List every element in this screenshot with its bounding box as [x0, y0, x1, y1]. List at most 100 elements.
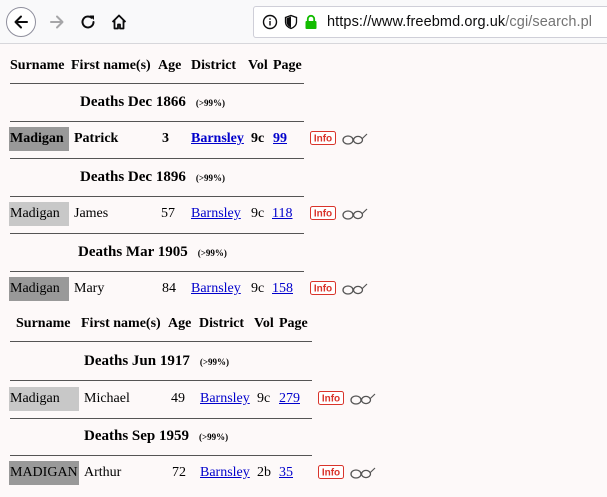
- glasses-icon[interactable]: [342, 132, 368, 146]
- url-bar[interactable]: https://www.freebmd.org.uk/cgi/search.pl: [253, 6, 607, 38]
- glasses-icon[interactable]: [350, 392, 376, 406]
- column-header-surname: Surname: [10, 58, 65, 73]
- table-row: Madigan Michael 49 Barnsley 9c 279 Info: [0, 387, 380, 411]
- volume-cell: 9c: [257, 391, 271, 406]
- info-icon[interactable]: Info: [318, 391, 344, 405]
- url-path: /cgi/search.pl: [505, 14, 593, 30]
- first-name-cell: Michael: [84, 391, 130, 406]
- surname-cell: Madigan: [9, 387, 79, 411]
- glasses-icon[interactable]: [342, 282, 368, 296]
- column-header-age: Age: [158, 58, 182, 73]
- district-link[interactable]: Barnsley: [191, 277, 241, 301]
- section-divider: [10, 418, 312, 419]
- column-header-page: Page: [279, 316, 308, 331]
- svg-text:Info: Info: [322, 394, 340, 405]
- surname-cell: MADIGAN: [9, 461, 79, 485]
- district-link[interactable]: Barnsley: [191, 202, 241, 226]
- section-divider: [10, 121, 304, 122]
- table-header-row: Surname First name(s) Age District Vol Page: [0, 54, 320, 78]
- page-link[interactable]: 279: [279, 387, 300, 411]
- reload-icon: [81, 15, 95, 29]
- url-host: https://www.freebmd.org.uk: [327, 14, 506, 30]
- svg-text:Info: Info: [314, 284, 332, 295]
- svg-text:Info: Info: [322, 468, 340, 479]
- forward-button[interactable]: [42, 7, 72, 37]
- section-title: Deaths Dec 1866 (>99%): [80, 90, 225, 115]
- lock-icon[interactable]: [304, 14, 318, 30]
- section-title-text: Deaths Jun 1917: [84, 353, 190, 369]
- volume-cell: 9c: [251, 206, 265, 221]
- surname-cell: Madigan: [9, 127, 69, 151]
- reload-button[interactable]: [73, 7, 103, 37]
- volume-cell: 2b: [257, 465, 271, 480]
- district-link[interactable]: Barnsley: [191, 127, 244, 151]
- age-cell: 57: [161, 206, 175, 221]
- home-button[interactable]: [104, 7, 134, 37]
- section-title-text: Deaths Dec 1896: [80, 169, 186, 185]
- home-icon: [111, 14, 127, 30]
- page-link[interactable]: 158: [272, 277, 293, 301]
- age-cell: 84: [162, 281, 176, 296]
- info-circle-icon[interactable]: [262, 14, 278, 30]
- svg-text:Info: Info: [314, 134, 332, 145]
- section-divider: [10, 380, 312, 381]
- section-title: Deaths Dec 1896 (>99%): [80, 165, 225, 190]
- match-percentage: (>99%): [195, 173, 225, 183]
- table-row: Madigan Patrick 3 Barnsley 9c 99 Info: [0, 127, 380, 151]
- header-divider: [10, 83, 304, 84]
- match-percentage: (>99%): [199, 357, 229, 367]
- glasses-icon[interactable]: [350, 466, 376, 480]
- volume-cell: 9c: [251, 131, 265, 146]
- surname-cell: Madigan: [9, 277, 69, 301]
- shield-icon[interactable]: [284, 14, 298, 30]
- match-percentage: (>99%): [199, 432, 229, 442]
- column-header-district: District: [191, 58, 237, 73]
- browser-toolbar: https://www.freebmd.org.uk/cgi/search.pl: [0, 0, 607, 44]
- column-header-first: First name(s): [81, 316, 161, 331]
- glasses-icon[interactable]: [342, 207, 368, 221]
- section-divider: [10, 158, 304, 159]
- page-link[interactable]: 99: [273, 127, 287, 151]
- page-link[interactable]: 118: [272, 202, 292, 226]
- first-name-cell: Mary: [74, 281, 105, 296]
- section-divider: [10, 455, 312, 456]
- column-header-vol: Vol: [248, 58, 268, 73]
- column-header-page: Page: [273, 58, 302, 73]
- district-link[interactable]: Barnsley: [200, 461, 250, 485]
- section-title: Deaths Jun 1917 (>99%): [84, 349, 229, 374]
- column-header-district: District: [199, 316, 245, 331]
- first-name-cell: Arthur: [84, 465, 122, 480]
- column-header-age: Age: [168, 316, 192, 331]
- column-header-surname: Surname: [16, 316, 71, 331]
- section-title-text: Deaths Dec 1866: [80, 94, 186, 110]
- section-title: Deaths Sep 1959 (>99%): [84, 424, 228, 449]
- arrow-left-icon: [14, 15, 28, 29]
- table-row: Madigan James 57 Barnsley 9c 118 Info: [0, 202, 380, 226]
- info-icon[interactable]: Info: [310, 131, 336, 145]
- info-icon[interactable]: Info: [310, 281, 336, 295]
- match-percentage: (>99%): [195, 98, 225, 108]
- info-icon[interactable]: Info: [318, 465, 344, 479]
- column-header-vol: Vol: [254, 316, 274, 331]
- surname-cell: Madigan: [9, 202, 69, 226]
- section-divider: [10, 196, 304, 197]
- back-button[interactable]: [6, 7, 36, 37]
- section-title: Deaths Mar 1905 (>99%): [78, 240, 227, 265]
- match-percentage: (>99%): [197, 248, 227, 258]
- age-cell: 72: [172, 465, 186, 480]
- svg-text:Info: Info: [314, 209, 332, 220]
- first-name-cell: James: [74, 206, 109, 221]
- url-icons: [262, 14, 318, 30]
- district-link[interactable]: Barnsley: [200, 387, 250, 411]
- arrow-right-icon: [50, 15, 64, 29]
- table-row: Madigan Mary 84 Barnsley 9c 158 Info: [0, 277, 380, 301]
- age-cell: 3: [162, 131, 169, 146]
- age-cell: 49: [171, 391, 185, 406]
- info-icon[interactable]: Info: [310, 206, 336, 220]
- url-text: https://www.freebmd.org.uk/cgi/search.pl: [327, 14, 592, 30]
- page-link[interactable]: 35: [279, 461, 293, 485]
- section-title-text: Deaths Mar 1905: [78, 244, 188, 260]
- header-divider: [10, 341, 312, 342]
- table-header-row: Surname First name(s) Age District Vol Page: [0, 312, 320, 336]
- section-title-text: Deaths Sep 1959: [84, 428, 190, 444]
